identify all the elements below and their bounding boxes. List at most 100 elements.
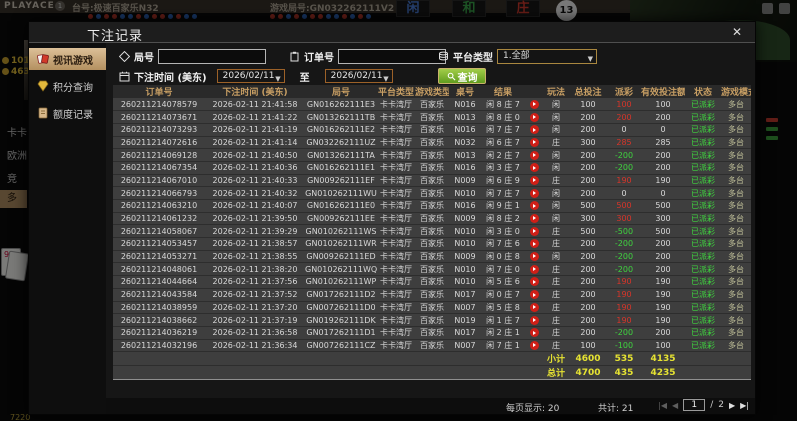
prev-page-icon[interactable]: ◀ — [672, 401, 678, 410]
replay-play-icon[interactable] — [529, 252, 539, 262]
cell-bet: 300 — [569, 212, 607, 226]
cell-payout: 190 — [607, 313, 641, 327]
cell-table_no: N009 — [449, 174, 481, 188]
cell-table_no: N016 — [449, 98, 481, 112]
cell-side: 闲 — [543, 186, 569, 200]
date-from-picker[interactable]: 2026/02/11 ▼ — [216, 69, 285, 83]
replay-play-icon[interactable] — [529, 315, 539, 325]
cell-table_no: N017 — [449, 326, 481, 340]
column-header: 玩法 — [543, 85, 569, 98]
cell-side: 庄 — [543, 174, 569, 188]
replay-play-icon[interactable] — [529, 226, 539, 236]
cell-mode: 多台 — [721, 237, 751, 251]
cards-icon — [37, 54, 49, 64]
cell-status: 已派彩 — [685, 339, 721, 353]
round-input[interactable] — [158, 48, 266, 64]
first-page-icon[interactable]: |◀ — [658, 401, 667, 410]
replay-play-icon[interactable] — [529, 112, 539, 122]
cell-round: GN010262111WU — [305, 186, 377, 200]
date-to-picker[interactable]: 2026/02/11 ▼ — [324, 69, 393, 83]
cell-mode: 多台 — [721, 161, 751, 175]
cell-replay — [525, 136, 543, 150]
cell-platform: 卡卡湾厅 — [377, 326, 415, 340]
diamond-icon — [37, 80, 49, 92]
replay-play-icon[interactable] — [529, 150, 539, 160]
replay-play-icon[interactable] — [529, 99, 539, 109]
cell-replay — [525, 250, 543, 264]
cell-status: 已派彩 — [685, 174, 721, 188]
sum-total-bet: 4700 — [569, 365, 607, 381]
table-row: 260211214053271 2026-02-11 21:38:55 GN0092… — [113, 250, 751, 264]
round-filter-group: 局号 — [119, 48, 266, 64]
order-input[interactable] — [338, 48, 446, 64]
replay-play-icon[interactable] — [529, 201, 539, 211]
cell-payout: 0 — [607, 186, 641, 200]
replay-play-icon[interactable] — [529, 239, 539, 249]
cell-payout: -200 — [607, 250, 641, 264]
cell-time: 2026-02-11 21:38:20 — [205, 262, 305, 277]
replay-play-icon[interactable] — [529, 290, 539, 300]
cell-status: 已派彩 — [685, 262, 721, 277]
cell-order: 260211214078579 — [113, 98, 205, 112]
cell-order: 260211214073671 — [113, 110, 205, 124]
cell-mode: 多台 — [721, 313, 751, 327]
cell-valid: 200 — [641, 161, 685, 175]
cell-time: 2026-02-11 21:41:14 — [205, 136, 305, 150]
cell-status: 已派彩 — [685, 237, 721, 251]
cell-status: 已派彩 — [685, 301, 721, 315]
replay-play-icon[interactable] — [529, 302, 539, 312]
table-row: 260211214048061 2026-02-11 21:38:20 GN0102… — [113, 262, 751, 277]
cell-game: 百家乐 — [415, 313, 449, 327]
cell-bet: 200 — [569, 186, 607, 200]
sidebar-item-credit-records[interactable]: 额度记录 — [29, 102, 106, 124]
cell-game: 百家乐 — [415, 148, 449, 162]
cell-table_no: N010 — [449, 275, 481, 289]
cell-platform: 卡卡湾厅 — [377, 148, 415, 162]
replay-play-icon[interactable] — [529, 277, 539, 287]
cell-table_no: N010 — [449, 224, 481, 239]
cell-mode: 多台 — [721, 301, 751, 315]
page-number-input[interactable]: 1 — [683, 399, 706, 411]
last-page-icon[interactable]: ▶| — [740, 401, 749, 410]
cell-round: GN009262111EE — [305, 212, 377, 226]
replay-play-icon[interactable] — [529, 340, 539, 350]
cell-mode: 多台 — [721, 339, 751, 353]
cell-order: 260211214066793 — [113, 186, 205, 200]
sum-spacer — [685, 351, 751, 367]
sidebar-item-video-games[interactable]: 视讯游戏 — [29, 48, 113, 70]
sum-spacer — [113, 365, 543, 381]
sidebar-item-points-query[interactable]: 积分查询 — [29, 75, 106, 97]
cell-payout: 190 — [607, 275, 641, 289]
cell-time: 2026-02-11 21:38:55 — [205, 250, 305, 264]
cell-platform: 卡卡湾厅 — [377, 199, 415, 213]
grand-total-row: 总计 4700 435 4235 — [113, 365, 751, 381]
cell-replay — [525, 288, 543, 302]
replay-play-icon[interactable] — [529, 328, 539, 338]
next-page-icon[interactable]: ▶ — [729, 401, 735, 410]
cell-status: 已派彩 — [685, 212, 721, 226]
cell-valid: 300 — [641, 212, 685, 226]
cell-platform: 卡卡湾厅 — [377, 250, 415, 264]
cell-side: 庄 — [543, 339, 569, 353]
cell-bet: 500 — [569, 199, 607, 213]
close-icon[interactable]: ✕ — [732, 25, 742, 39]
replay-play-icon[interactable] — [529, 175, 539, 185]
replay-play-icon[interactable] — [529, 137, 539, 147]
cell-game: 百家乐 — [415, 98, 449, 112]
sum-payout: 435 — [607, 365, 641, 381]
replay-play-icon[interactable] — [529, 214, 539, 224]
cell-valid: 190 — [641, 174, 685, 188]
platform-select[interactable]: 1.全部 ▼ — [497, 48, 597, 64]
cell-bet: 200 — [569, 250, 607, 264]
replay-play-icon[interactable] — [529, 125, 539, 135]
replay-play-icon[interactable] — [529, 264, 539, 274]
search-button[interactable]: 查询 — [438, 68, 486, 84]
cell-table_no: N032 — [449, 136, 481, 150]
replay-play-icon[interactable] — [529, 163, 539, 173]
replay-play-icon[interactable] — [529, 188, 539, 198]
cell-time: 2026-02-11 21:37:20 — [205, 301, 305, 315]
cell-game: 百家乐 — [415, 288, 449, 302]
cell-mode: 多台 — [721, 110, 751, 124]
cell-mode: 多台 — [721, 174, 751, 188]
cell-platform: 卡卡湾厅 — [377, 275, 415, 289]
